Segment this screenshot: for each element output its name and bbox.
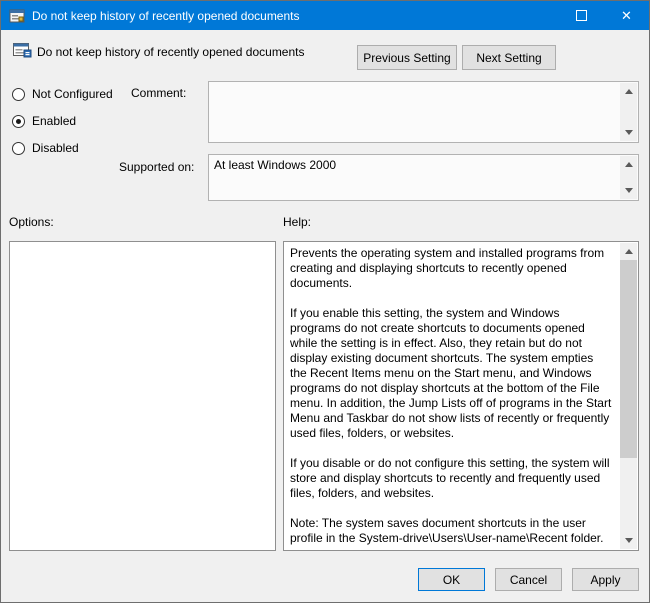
radio-disabled-circle[interactable] <box>12 141 25 155</box>
options-panel <box>9 241 276 551</box>
scroll-down-icon[interactable] <box>620 532 637 549</box>
radio-enabled[interactable]: Enabled <box>12 114 76 128</box>
help-label: Help: <box>283 215 312 229</box>
maximize-icon <box>576 10 587 21</box>
apply-button[interactable]: Apply <box>572 568 639 591</box>
scroll-down-icon[interactable] <box>620 124 637 141</box>
next-setting-button[interactable]: Next Setting <box>462 45 556 70</box>
radio-enabled-label: Enabled <box>32 114 77 128</box>
scroll-up-icon[interactable] <box>620 83 637 100</box>
supported-on-value: At least Windows 2000 <box>214 158 337 172</box>
setting-title: Do not keep history of recently opened d… <box>37 45 305 59</box>
radio-disabled-label: Disabled <box>32 141 79 155</box>
options-label: Options: <box>9 215 54 229</box>
close-button[interactable]: ✕ <box>604 1 649 30</box>
policy-setting-icon <box>13 42 32 61</box>
scroll-up-icon[interactable] <box>620 243 637 260</box>
radio-not-configured[interactable]: Not Configured <box>12 87 113 101</box>
radio-enabled-circle[interactable] <box>12 114 25 128</box>
supported-on-box: At least Windows 2000 <box>208 154 639 201</box>
help-scrollbar-thumb[interactable] <box>620 260 637 458</box>
comment-input[interactable] <box>208 81 639 143</box>
help-text: Prevents the operating system and instal… <box>290 246 612 545</box>
cancel-button[interactable]: Cancel <box>495 568 562 591</box>
comment-label: Comment: <box>131 86 187 100</box>
help-scrollbar[interactable] <box>620 243 637 549</box>
scroll-up-icon[interactable] <box>620 156 637 173</box>
policy-setting-dialog: Do not keep history of recently opened d… <box>0 0 650 603</box>
title-bar[interactable]: Do not keep history of recently opened d… <box>1 1 649 30</box>
close-icon: ✕ <box>621 8 632 23</box>
help-panel: Prevents the operating system and instal… <box>283 241 639 551</box>
previous-setting-button[interactable]: Previous Setting <box>357 45 457 70</box>
radio-not-configured-label: Not Configured <box>32 87 113 101</box>
group-policy-app-icon <box>9 8 25 24</box>
maximize-button[interactable] <box>559 1 604 30</box>
window-title: Do not keep history of recently opened d… <box>32 8 300 23</box>
scroll-down-icon[interactable] <box>620 182 637 199</box>
window-controls: ✕ <box>559 1 649 30</box>
ok-button[interactable]: OK <box>418 568 485 591</box>
radio-not-configured-circle[interactable] <box>12 87 25 101</box>
supported-on-label: Supported on: <box>119 160 195 174</box>
comment-scrollbar[interactable] <box>620 83 637 141</box>
supported-on-scrollbar[interactable] <box>620 156 637 199</box>
radio-disabled[interactable]: Disabled <box>12 141 79 155</box>
